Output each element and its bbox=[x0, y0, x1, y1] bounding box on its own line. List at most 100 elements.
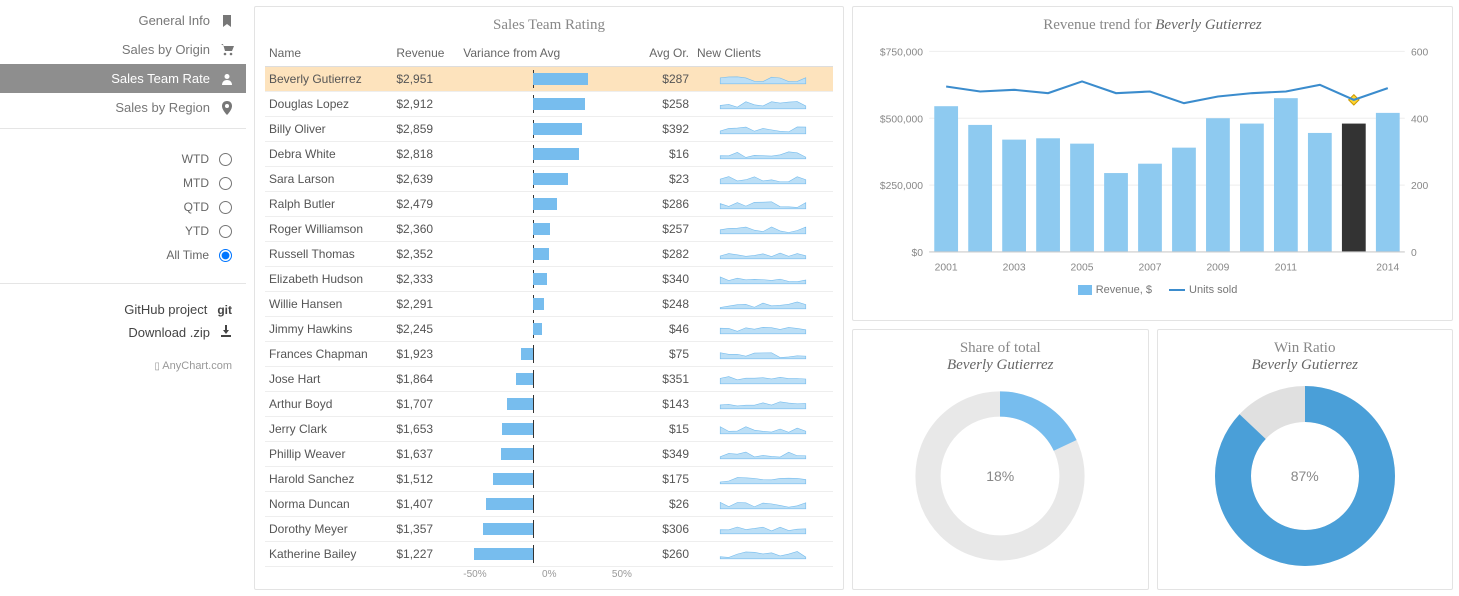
cell-avgor: $248 bbox=[636, 292, 693, 317]
nav-item-general-info[interactable]: General Info bbox=[0, 6, 246, 35]
table-row[interactable]: Arthur Boyd$1,707$143 bbox=[265, 392, 833, 417]
cell-revenue: $1,227 bbox=[392, 542, 459, 567]
cell-variance bbox=[459, 417, 636, 442]
cell-variance bbox=[459, 292, 636, 317]
cell-name: Phillip Weaver bbox=[265, 442, 392, 467]
pin-icon bbox=[220, 101, 234, 115]
cell-avgor: $46 bbox=[636, 317, 693, 342]
cell-avgor: $175 bbox=[636, 467, 693, 492]
col-name[interactable]: Name bbox=[265, 42, 392, 67]
svg-text:600: 600 bbox=[1411, 48, 1428, 59]
table-row[interactable]: Elizabeth Hudson$2,333$340 bbox=[265, 267, 833, 292]
radio-input[interactable] bbox=[219, 225, 232, 238]
cell-revenue: $2,291 bbox=[392, 292, 459, 317]
cell-sparkline bbox=[693, 92, 833, 117]
share-donut[interactable]: 18% bbox=[910, 386, 1090, 566]
nav-item-sales-by-origin[interactable]: Sales by Origin bbox=[0, 35, 246, 64]
cell-variance bbox=[459, 392, 636, 417]
cell-revenue: $2,360 bbox=[392, 217, 459, 242]
table-row[interactable]: Beverly Gutierrez$2,951$287 bbox=[265, 67, 833, 92]
time-filter-ytd[interactable]: YTD bbox=[0, 219, 232, 243]
cell-sparkline bbox=[693, 342, 833, 367]
col-newclients[interactable]: New Clients bbox=[693, 42, 833, 67]
cell-sparkline bbox=[693, 267, 833, 292]
cell-name: Katherine Bailey bbox=[265, 542, 392, 567]
cell-avgor: $286 bbox=[636, 192, 693, 217]
cell-variance bbox=[459, 367, 636, 392]
table-row[interactable]: Sara Larson$2,639$23 bbox=[265, 167, 833, 192]
cell-name: Ralph Butler bbox=[265, 192, 392, 217]
link-download-zip[interactable]: Download .zip bbox=[0, 321, 232, 344]
table-row[interactable]: Douglas Lopez$2,912$258 bbox=[265, 92, 833, 117]
cell-revenue: $2,639 bbox=[392, 167, 459, 192]
link-github-project[interactable]: GitHub projectgit bbox=[0, 298, 232, 321]
radio-input[interactable] bbox=[219, 249, 232, 262]
cell-variance bbox=[459, 192, 636, 217]
time-filter-wtd[interactable]: WTD bbox=[0, 147, 232, 171]
win-title: Win RatioBeverly Gutierrez bbox=[1168, 338, 1443, 382]
cell-avgor: $143 bbox=[636, 392, 693, 417]
table-row[interactable]: Frances Chapman$1,923$75 bbox=[265, 342, 833, 367]
radio-input[interactable] bbox=[219, 153, 232, 166]
table-row[interactable]: Willie Hansen$2,291$248 bbox=[265, 292, 833, 317]
col-variance[interactable]: Variance from Avg bbox=[459, 42, 636, 67]
cell-name: Roger Williamson bbox=[265, 217, 392, 242]
table-row[interactable]: Billy Oliver$2,859$392 bbox=[265, 117, 833, 142]
cell-sparkline bbox=[693, 417, 833, 442]
nav-item-sales-team-rate[interactable]: Sales Team Rate bbox=[0, 64, 246, 93]
cell-variance bbox=[459, 492, 636, 517]
cart-icon bbox=[220, 44, 234, 56]
cell-avgor: $306 bbox=[636, 517, 693, 542]
cell-revenue: $2,951 bbox=[392, 67, 459, 92]
cell-sparkline bbox=[693, 242, 833, 267]
cell-avgor: $75 bbox=[636, 342, 693, 367]
cell-avgor: $15 bbox=[636, 417, 693, 442]
col-avgor[interactable]: Avg Or. bbox=[636, 42, 693, 67]
sales-team-rating-panel: Sales Team Rating Name Revenue Variance … bbox=[254, 6, 844, 590]
table-row[interactable]: Jose Hart$1,864$351 bbox=[265, 367, 833, 392]
cell-variance bbox=[459, 442, 636, 467]
svg-text:400: 400 bbox=[1411, 114, 1428, 125]
time-filter-all-time[interactable]: All Time bbox=[0, 243, 232, 267]
cell-name: Dorothy Meyer bbox=[265, 517, 392, 542]
svg-text:0: 0 bbox=[1411, 248, 1417, 259]
table-row[interactable]: Phillip Weaver$1,637$349 bbox=[265, 442, 833, 467]
time-filter-mtd[interactable]: MTD bbox=[0, 171, 232, 195]
cell-name: Russell Thomas bbox=[265, 242, 392, 267]
table-row[interactable]: Harold Sanchez$1,512$175 bbox=[265, 467, 833, 492]
cell-variance bbox=[459, 542, 636, 567]
revenue-trend-panel: Revenue trend for Beverly Gutierrez $750… bbox=[852, 6, 1453, 321]
cell-variance bbox=[459, 217, 636, 242]
cell-name: Frances Chapman bbox=[265, 342, 392, 367]
sidebar-footer[interactable]: ▯ AnyChart.com bbox=[0, 350, 246, 372]
svg-text:2005: 2005 bbox=[1071, 263, 1094, 274]
cell-revenue: $2,818 bbox=[392, 142, 459, 167]
time-filter-qtd[interactable]: QTD bbox=[0, 195, 232, 219]
nav-item-sales-by-region[interactable]: Sales by Region bbox=[0, 93, 246, 122]
git-icon: git bbox=[217, 302, 232, 317]
radio-input[interactable] bbox=[219, 201, 232, 214]
table-row[interactable]: Norma Duncan$1,407$26 bbox=[265, 492, 833, 517]
table-row[interactable]: Debra White$2,818$16 bbox=[265, 142, 833, 167]
table-row[interactable]: Dorothy Meyer$1,357$306 bbox=[265, 517, 833, 542]
col-revenue[interactable]: Revenue bbox=[392, 42, 459, 67]
table-row[interactable]: Ralph Butler$2,479$286 bbox=[265, 192, 833, 217]
cell-variance bbox=[459, 267, 636, 292]
cell-sparkline bbox=[693, 542, 833, 567]
cell-name: Elizabeth Hudson bbox=[265, 267, 392, 292]
cell-name: Arthur Boyd bbox=[265, 392, 392, 417]
table-row[interactable]: Roger Williamson$2,360$257 bbox=[265, 217, 833, 242]
win-donut[interactable]: 87% bbox=[1215, 386, 1395, 566]
table-row[interactable]: Katherine Bailey$1,227$260 bbox=[265, 542, 833, 567]
share-panel: Share of totalBeverly Gutierrez 18% bbox=[852, 329, 1149, 591]
trend-chart[interactable]: $750,000$500,000$250,000$060040020002001… bbox=[863, 42, 1442, 282]
sales-team-table: Name Revenue Variance from Avg Avg Or. N… bbox=[265, 42, 833, 583]
table-row[interactable]: Jerry Clark$1,653$15 bbox=[265, 417, 833, 442]
table-row[interactable]: Jimmy Hawkins$2,245$46 bbox=[265, 317, 833, 342]
table-row[interactable]: Russell Thomas$2,352$282 bbox=[265, 242, 833, 267]
cell-sparkline bbox=[693, 392, 833, 417]
cell-variance bbox=[459, 467, 636, 492]
svg-text:2014: 2014 bbox=[1376, 263, 1399, 274]
radio-input[interactable] bbox=[219, 177, 232, 190]
cell-sparkline bbox=[693, 117, 833, 142]
